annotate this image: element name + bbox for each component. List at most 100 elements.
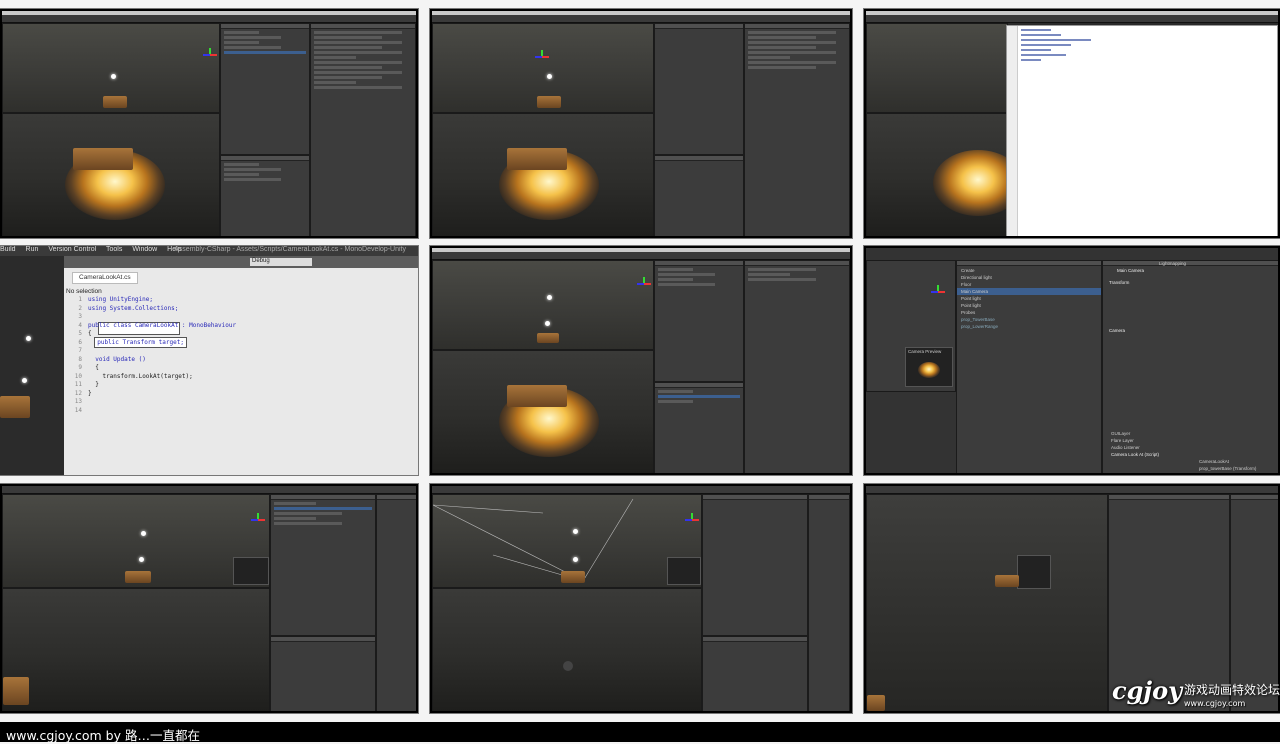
inspector-panel[interactable] [376, 494, 416, 711]
project-panel[interactable] [654, 155, 744, 236]
hierarchy-item-probes[interactable]: Probes [961, 309, 975, 316]
thumbnail-5[interactable] [430, 246, 852, 475]
inspector-panel[interactable] [310, 23, 416, 236]
logo-tagline: 游戏动画特效论坛 [1184, 683, 1280, 697]
thumbnail-4[interactable]: Build Run Version Control Tools Window H… [0, 246, 418, 475]
hierarchy-item-directional-light[interactable]: Directional light [961, 274, 992, 281]
component-camera[interactable]: Camera [1109, 327, 1125, 334]
menu-build[interactable]: Build [0, 246, 16, 253]
transform-gizmo-icon[interactable] [535, 50, 549, 64]
monodevelop-menu-bar: Build Run Version Control Tools Window H… [0, 246, 418, 256]
hierarchy-item-floor[interactable]: Floor [961, 281, 971, 288]
component-guilayer[interactable]: GUILayer [1111, 430, 1130, 437]
editor-toolbar: Debug [64, 256, 418, 268]
transform-gizmo-icon[interactable] [931, 285, 945, 299]
project-panel[interactable] [702, 636, 808, 711]
file-tab[interactable]: CameraLookAt.cs [72, 272, 138, 284]
script-editor-window[interactable] [1006, 25, 1278, 236]
camera-preview [233, 557, 269, 585]
inspector-panel[interactable] [744, 23, 850, 236]
thumbnail-6[interactable]: Camera Preview Create Directional light … [864, 246, 1280, 475]
hierarchy-panel[interactable] [654, 23, 744, 155]
prop-model [103, 96, 127, 108]
game-view[interactable] [432, 113, 654, 236]
light-icon [139, 557, 144, 562]
hierarchy-panel[interactable] [220, 23, 310, 155]
unity-editor-window: Camera Preview Create Directional light … [866, 248, 1278, 473]
hierarchy-item-point-light-2[interactable]: Point light [961, 302, 981, 309]
inspector-panel[interactable] [808, 494, 850, 711]
thumbnail-3[interactable] [864, 9, 1280, 238]
hierarchy-item-point-light[interactable]: Point light [961, 295, 981, 302]
toolbar [866, 15, 1278, 23]
menu-run[interactable]: Run [26, 246, 39, 253]
unity-editor-window [432, 11, 850, 236]
target-field[interactable]: prop_towerBase (Transform) [1199, 465, 1256, 472]
lightmapping-tab[interactable]: Lightmapping [1159, 260, 1186, 267]
game-view[interactable] [2, 588, 270, 711]
light-icon [573, 557, 578, 562]
hierarchy-panel[interactable] [270, 494, 376, 636]
inspector-panel[interactable] [744, 260, 850, 473]
scene-view[interactable] [432, 494, 702, 588]
left-pane [0, 256, 64, 475]
transform-gizmo-icon[interactable] [203, 48, 217, 62]
unity-editor-window [2, 486, 416, 711]
configuration-dropdown[interactable]: Debug [250, 258, 312, 266]
scene-view[interactable] [432, 260, 654, 350]
game-view[interactable] [432, 588, 702, 711]
hierarchy-panel[interactable]: Create Directional light Floor Main Came… [956, 260, 1102, 473]
component-flare-layer[interactable]: Flare Layer [1111, 437, 1134, 444]
scene-view[interactable] [866, 494, 1108, 711]
hierarchy-create[interactable]: Create [961, 267, 975, 274]
hierarchy-panel[interactable] [702, 494, 808, 636]
code-editor[interactable]: CameraLookAt.cs No selection 1 2 3 4 5 6… [64, 268, 418, 475]
component-transform[interactable]: Transform [1109, 279, 1129, 286]
hierarchy-item-prop-lowerrange[interactable]: prop_LowerRange [961, 323, 998, 330]
scene-view[interactable]: Camera Preview [866, 260, 956, 392]
inspector-panel[interactable]: Lightmapping Main Camera Transform Camer… [1102, 260, 1278, 473]
game-view[interactable] [432, 350, 654, 473]
component-camera-look-at[interactable]: Camera Look At (Script) [1111, 451, 1159, 458]
breadcrumb: No selection [66, 288, 102, 295]
transform-gizmo-icon[interactable] [251, 513, 265, 527]
project-panel[interactable] [220, 155, 310, 236]
hierarchy-item-main-camera[interactable]: Main Camera [957, 288, 1101, 295]
menu-tools[interactable]: Tools [106, 246, 122, 253]
scene-view[interactable] [866, 23, 1008, 113]
hierarchy-item-prop-towerbase[interactable]: prop_TowerBase [961, 316, 995, 323]
hierarchy-panel[interactable] [654, 260, 744, 382]
logo-url: www.cgjoy.com [1184, 699, 1246, 708]
window-title: Assembly-CSharp - Assets/Scripts/CameraL… [174, 246, 406, 253]
transform-gizmo-icon[interactable] [637, 277, 651, 291]
code-line-4: public class CameraLookAt : MonoBehaviou… [88, 321, 237, 329]
code-line-12: } [88, 389, 92, 397]
prop-model [125, 571, 151, 583]
menu-version-control[interactable]: Version Control [48, 246, 96, 253]
thumbnail-8[interactable] [430, 484, 852, 713]
unity-editor-window [432, 248, 850, 473]
project-panel[interactable] [270, 636, 376, 711]
toolbar [432, 486, 850, 494]
scene-view[interactable] [432, 23, 654, 113]
prop-model [537, 96, 561, 108]
game-view[interactable] [866, 113, 1023, 236]
camera-preview [1017, 555, 1051, 589]
camera-preview-label: Camera Preview [908, 349, 942, 354]
code-line-1: using UnityEngine; [88, 296, 154, 303]
source-code[interactable]: using UnityEngine; using System.Collecti… [88, 296, 236, 398]
game-view[interactable] [2, 113, 220, 236]
prop-machine [3, 677, 29, 705]
menu-window[interactable]: Window [132, 246, 157, 253]
thumbnail-2[interactable] [430, 9, 852, 238]
scene-view[interactable] [2, 494, 270, 588]
scene-view[interactable] [2, 23, 220, 113]
component-audio-listener[interactable]: Audio Listener [1111, 444, 1140, 451]
project-panel[interactable] [654, 382, 744, 473]
thumbnail-7[interactable] [0, 484, 418, 713]
thumbnail-1[interactable] [0, 9, 418, 238]
transform-gizmo-icon[interactable] [685, 513, 699, 527]
light-icon [547, 74, 552, 79]
script-field[interactable]: CameraLookAt [1199, 458, 1229, 465]
code-line-2: using System.Collections; [88, 304, 179, 312]
